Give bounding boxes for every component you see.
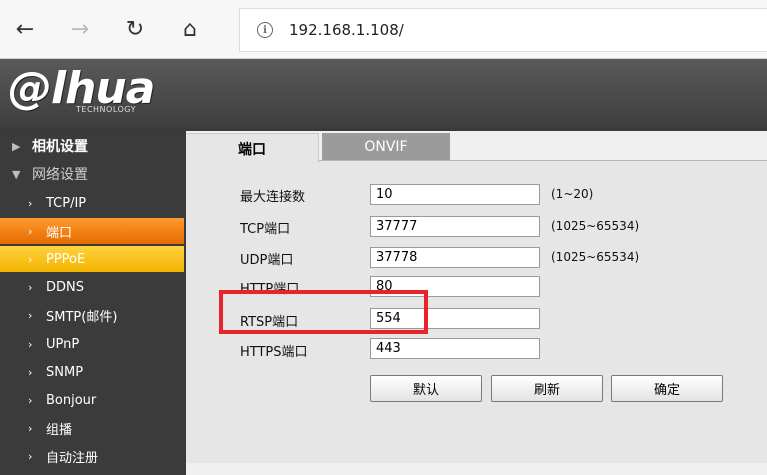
sidebar-item-label: 相机设置 <box>32 139 88 155</box>
refresh-icon[interactable]: ↻ <box>118 12 152 46</box>
rtsp-port-label: RTSP端口 <box>240 315 299 330</box>
refresh-button[interactable]: 刷新 <box>491 375 603 402</box>
sidebar-item-label: Bonjour <box>46 392 97 408</box>
sidebar-item-camera-settings[interactable]: ▶ 相机设置 <box>0 133 184 159</box>
sidebar-item-label: 自动注册 <box>46 450 99 466</box>
sidebar-item-ddns[interactable]: › DDNS <box>0 274 184 300</box>
chevron-right-icon: › <box>28 337 33 351</box>
sidebar-item-port[interactable]: › 端口 <box>0 218 184 244</box>
browser-toolbar: ← → ↻ ⌂ i 192.168.1.108/ <box>0 0 767 59</box>
sidebar-item-label: DDNS <box>46 279 84 295</box>
https-port-label: HTTPS端口 <box>240 345 308 360</box>
chevron-right-icon: › <box>28 393 33 407</box>
max-connections-label: 最大连接数 <box>240 190 306 205</box>
udp-port-input[interactable] <box>370 247 540 268</box>
main-content: 端口 ONVIF 最大连接数 (1~20) TCP端口 (1025~65534)… <box>186 131 767 475</box>
sidebar-item-label: 组播 <box>46 422 73 438</box>
tcp-port-input[interactable] <box>370 216 540 237</box>
sidebar-item-label: PPPoE <box>46 251 86 267</box>
chevron-right-icon: › <box>28 196 33 210</box>
back-arrow-icon[interactable]: ← <box>8 12 42 46</box>
port-settings-panel: 最大连接数 (1~20) TCP端口 (1025~65534) UDP端口 (1… <box>186 160 767 463</box>
sidebar-item-network-settings[interactable]: ▼ 网络设置 <box>0 161 184 187</box>
tab-port[interactable]: 端口 <box>186 133 319 163</box>
info-icon[interactable]: i <box>257 22 273 38</box>
chevron-right-icon: › <box>28 224 33 238</box>
tab-onvif[interactable]: ONVIF <box>322 133 450 161</box>
triangle-down-icon: ▼ <box>12 167 21 181</box>
sidebar: ▶ 相机设置 ▼ 网络设置 › TCP/IP › 端口 › PPPoE › DD… <box>0 131 184 475</box>
rtsp-port-input[interactable] <box>370 308 540 329</box>
chevron-right-icon: › <box>28 449 33 463</box>
logo-subtitle: TECHNOLOGY <box>76 105 136 114</box>
confirm-button[interactable]: 确定 <box>611 375 723 402</box>
max-connections-input[interactable] <box>370 184 540 205</box>
tcp-port-label: TCP端口 <box>240 222 291 237</box>
sidebar-item-bonjour[interactable]: › Bonjour <box>0 387 184 413</box>
sidebar-item-multicast[interactable]: › 组播 <box>0 415 184 441</box>
chevron-right-icon: › <box>28 308 33 322</box>
http-port-label: HTTP端口 <box>240 282 300 297</box>
sidebar-item-label: TCP/IP <box>46 195 87 211</box>
https-port-input[interactable] <box>370 338 540 359</box>
sidebar-item-label: 端口 <box>46 225 73 241</box>
sidebar-item-pppoe[interactable]: › PPPoE <box>0 246 184 272</box>
triangle-right-icon: ▶ <box>12 139 21 153</box>
forward-arrow-icon[interactable]: → <box>63 12 97 46</box>
max-connections-hint: (1~20) <box>551 187 594 201</box>
home-icon[interactable]: ⌂ <box>173 12 207 46</box>
sidebar-item-smtp[interactable]: › SMTP(邮件) <box>0 302 184 328</box>
sidebar-item-tcpip[interactable]: › TCP/IP <box>0 190 184 216</box>
sidebar-item-snmp[interactable]: › SNMP <box>0 359 184 385</box>
sidebar-item-upnp[interactable]: › UPnP <box>0 331 184 357</box>
http-port-input[interactable] <box>370 276 540 297</box>
address-bar[interactable]: i 192.168.1.108/ <box>239 8 767 52</box>
udp-port-label: UDP端口 <box>240 253 294 268</box>
sidebar-item-label: 网络设置 <box>32 167 88 183</box>
tcp-port-hint: (1025~65534) <box>551 219 640 233</box>
chevron-right-icon: › <box>28 280 33 294</box>
url-text: 192.168.1.108/ <box>289 21 404 39</box>
sidebar-item-auto-register[interactable]: › 自动注册 <box>0 443 184 469</box>
chevron-right-icon: › <box>28 365 33 379</box>
default-button[interactable]: 默认 <box>370 375 482 402</box>
header-banner: @lhua TECHNOLOGY <box>0 59 767 127</box>
chevron-right-icon: › <box>28 421 33 435</box>
sidebar-item-label: UPnP <box>46 336 80 352</box>
sidebar-item-label: SMTP(邮件) <box>46 309 118 325</box>
chevron-right-icon: › <box>28 252 33 266</box>
udp-port-hint: (1025~65534) <box>551 250 640 264</box>
sidebar-item-label: SNMP <box>46 364 84 380</box>
